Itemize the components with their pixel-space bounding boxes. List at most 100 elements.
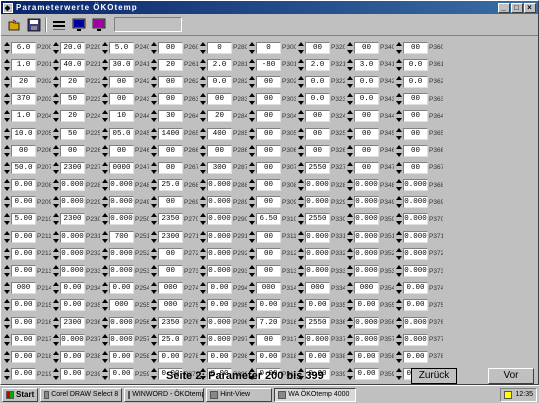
start-button[interactable]: Start: [2, 387, 39, 402]
spin-control[interactable]: [53, 316, 59, 329]
spin-control[interactable]: [102, 161, 108, 174]
spin-control[interactable]: [102, 179, 108, 192]
spin-control[interactable]: [200, 41, 206, 54]
parameter-value-field[interactable]: 0.000: [354, 247, 379, 260]
spin-down-icon[interactable]: [4, 83, 10, 88]
spin-control[interactable]: [347, 247, 353, 260]
spin-up-icon[interactable]: [102, 316, 108, 321]
spin-down-icon[interactable]: [396, 169, 402, 174]
parameter-value-field[interactable]: -80: [256, 58, 281, 71]
spin-up-icon[interactable]: [396, 265, 402, 270]
spin-control[interactable]: [347, 110, 353, 123]
spin-up-icon[interactable]: [4, 110, 10, 115]
spin-up-icon[interactable]: [53, 75, 59, 80]
spin-control[interactable]: [347, 179, 353, 192]
parameter-value-field[interactable]: 50: [60, 93, 85, 106]
spin-down-icon[interactable]: [53, 152, 59, 157]
spin-control[interactable]: [200, 247, 206, 260]
parameter-value-field[interactable]: 0.000: [403, 333, 428, 346]
parameter-value-field[interactable]: 0.00: [207, 350, 232, 363]
spin-up-icon[interactable]: [151, 144, 157, 149]
parameter-value-field[interactable]: 0.000: [109, 265, 134, 278]
spin-down-icon[interactable]: [298, 135, 304, 140]
spin-up-icon[interactable]: [298, 213, 304, 218]
parameter-value-field[interactable]: 0.000: [354, 230, 379, 243]
parameter-value-field[interactable]: 0.00: [60, 282, 85, 295]
spin-down-icon[interactable]: [249, 49, 255, 54]
spin-control[interactable]: [4, 58, 10, 71]
spin-down-icon[interactable]: [249, 358, 255, 363]
spin-control[interactable]: [53, 213, 59, 226]
spin-down-icon[interactable]: [347, 358, 353, 363]
parameter-value-field[interactable]: 0.000: [207, 247, 232, 260]
parameter-value-field[interactable]: 0.000: [305, 333, 330, 346]
spin-control[interactable]: [151, 230, 157, 243]
parameter-value-field[interactable]: 00: [207, 93, 232, 106]
spin-control[interactable]: [396, 75, 402, 88]
spin-up-icon[interactable]: [151, 75, 157, 80]
spin-up-icon[interactable]: [249, 213, 255, 218]
spin-up-icon[interactable]: [200, 196, 206, 201]
spin-down-icon[interactable]: [298, 341, 304, 346]
spin-up-icon[interactable]: [102, 299, 108, 304]
open-icon[interactable]: [5, 16, 22, 33]
spin-down-icon[interactable]: [151, 83, 157, 88]
parameter-value-field[interactable]: 2550: [305, 213, 330, 226]
parameter-value-field[interactable]: 00: [354, 144, 379, 157]
spin-up-icon[interactable]: [200, 93, 206, 98]
spin-up-icon[interactable]: [151, 161, 157, 166]
spin-up-icon[interactable]: [396, 144, 402, 149]
spin-control[interactable]: [200, 230, 206, 243]
spin-up-icon[interactable]: [396, 247, 402, 252]
spin-down-icon[interactable]: [396, 324, 402, 329]
spin-control[interactable]: [4, 333, 10, 346]
parameter-value-field[interactable]: 0.00: [11, 179, 36, 192]
parameter-value-field[interactable]: 00: [354, 110, 379, 123]
spin-control[interactable]: [102, 93, 108, 106]
spin-up-icon[interactable]: [249, 58, 255, 63]
spin-up-icon[interactable]: [347, 127, 353, 132]
spin-up-icon[interactable]: [4, 58, 10, 63]
parameter-value-field[interactable]: 00: [11, 144, 36, 157]
spin-up-icon[interactable]: [102, 127, 108, 132]
spin-up-icon[interactable]: [53, 350, 59, 355]
parameter-value-field[interactable]: 0.000: [207, 265, 232, 278]
spin-up-icon[interactable]: [249, 161, 255, 166]
parameter-value-field[interactable]: 00: [256, 75, 281, 88]
spin-up-icon[interactable]: [151, 299, 157, 304]
spin-control[interactable]: [249, 213, 255, 226]
spin-down-icon[interactable]: [102, 118, 108, 123]
spin-down-icon[interactable]: [151, 341, 157, 346]
spin-control[interactable]: [249, 93, 255, 106]
spin-control[interactable]: [347, 196, 353, 209]
spin-control[interactable]: [347, 333, 353, 346]
spin-up-icon[interactable]: [347, 196, 353, 201]
spin-control[interactable]: [4, 161, 10, 174]
spin-down-icon[interactable]: [347, 341, 353, 346]
spin-control[interactable]: [200, 161, 206, 174]
parameter-value-field[interactable]: 0.000: [354, 213, 379, 226]
back-button[interactable]: Zurück: [411, 368, 457, 384]
parameter-value-field[interactable]: 00: [256, 265, 281, 278]
spin-control[interactable]: [4, 196, 10, 209]
spin-down-icon[interactable]: [249, 169, 255, 174]
parameter-value-field[interactable]: 0.000: [109, 213, 134, 226]
spin-down-icon[interactable]: [102, 135, 108, 140]
spin-up-icon[interactable]: [53, 127, 59, 132]
spin-control[interactable]: [4, 265, 10, 278]
spin-down-icon[interactable]: [102, 169, 108, 174]
spin-up-icon[interactable]: [249, 110, 255, 115]
spin-down-icon[interactable]: [249, 290, 255, 295]
parameter-value-field[interactable]: 00: [403, 161, 428, 174]
spin-down-icon[interactable]: [102, 290, 108, 295]
parameter-value-field[interactable]: 20: [60, 75, 85, 88]
spin-control[interactable]: [151, 299, 157, 312]
parameter-value-field[interactable]: 0.000: [207, 179, 232, 192]
spin-down-icon[interactable]: [298, 83, 304, 88]
spin-up-icon[interactable]: [4, 75, 10, 80]
spin-down-icon[interactable]: [53, 135, 59, 140]
spin-up-icon[interactable]: [53, 282, 59, 287]
spin-control[interactable]: [200, 316, 206, 329]
parameter-value-field[interactable]: 000: [354, 282, 379, 295]
spin-down-icon[interactable]: [200, 255, 206, 260]
